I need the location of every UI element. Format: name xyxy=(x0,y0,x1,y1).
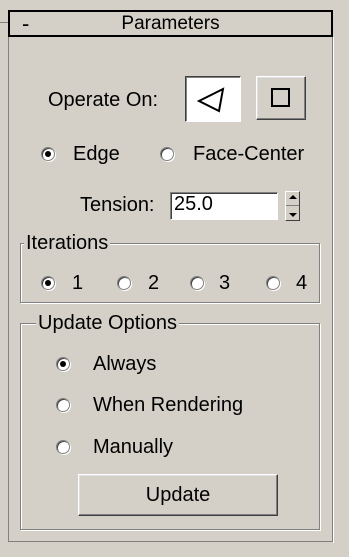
when-rendering-label: When Rendering xyxy=(93,394,244,416)
edge-label: Edge xyxy=(73,143,120,165)
radio-selected-dot xyxy=(45,280,51,286)
update-button-label: Update xyxy=(145,484,211,506)
panel-frame-bottom xyxy=(8,541,333,542)
panel-frame-right-highlight xyxy=(333,37,334,543)
update-options-group-title: Update Options xyxy=(36,312,179,334)
radio-selected-dot xyxy=(45,151,51,157)
iteration-3-radio[interactable] xyxy=(190,276,204,290)
when-rendering-radio[interactable] xyxy=(56,398,70,412)
rollout-title: Parameters xyxy=(121,13,220,34)
iterations-group-title: Iterations xyxy=(24,232,111,254)
spinner-down-arrow-icon xyxy=(288,213,297,217)
iteration-4-label: 4 xyxy=(296,272,308,294)
panel-left-tick xyxy=(0,22,8,23)
quad-mode-button[interactable] xyxy=(256,76,306,120)
manually-label: Manually xyxy=(93,436,174,458)
tension-input[interactable]: 25.0 xyxy=(170,192,278,220)
iteration-1-label: 1 xyxy=(72,272,84,294)
iteration-2-radio[interactable] xyxy=(117,276,131,290)
rollout-title-bar[interactable]: - Parameters xyxy=(8,10,333,37)
operate-on-label: Operate On: xyxy=(48,89,159,111)
square-outline-icon xyxy=(271,88,290,107)
iteration-1-radio[interactable] xyxy=(41,276,55,290)
tension-label: Tension: xyxy=(80,194,155,216)
manually-radio[interactable] xyxy=(56,440,70,454)
triangle-outline-icon xyxy=(196,87,225,113)
iteration-4-radio[interactable] xyxy=(266,276,280,290)
tension-spinner[interactable] xyxy=(285,191,300,221)
face-center-radio[interactable] xyxy=(160,147,174,161)
polygon-mode-button[interactable] xyxy=(185,76,241,122)
always-label: Always xyxy=(93,353,157,375)
update-button[interactable]: Update xyxy=(78,474,278,516)
spinner-up-button[interactable] xyxy=(286,192,299,206)
iteration-3-label: 3 xyxy=(219,272,231,294)
edge-radio[interactable] xyxy=(41,147,55,161)
radio-selected-dot xyxy=(60,361,66,367)
spinner-down-button[interactable] xyxy=(286,206,299,220)
always-radio[interactable] xyxy=(56,357,70,371)
iteration-2-label: 2 xyxy=(148,272,160,294)
panel-frame-left xyxy=(8,37,9,542)
face-center-label: Face-Center xyxy=(193,143,305,165)
spinner-up-arrow-icon xyxy=(288,195,297,199)
